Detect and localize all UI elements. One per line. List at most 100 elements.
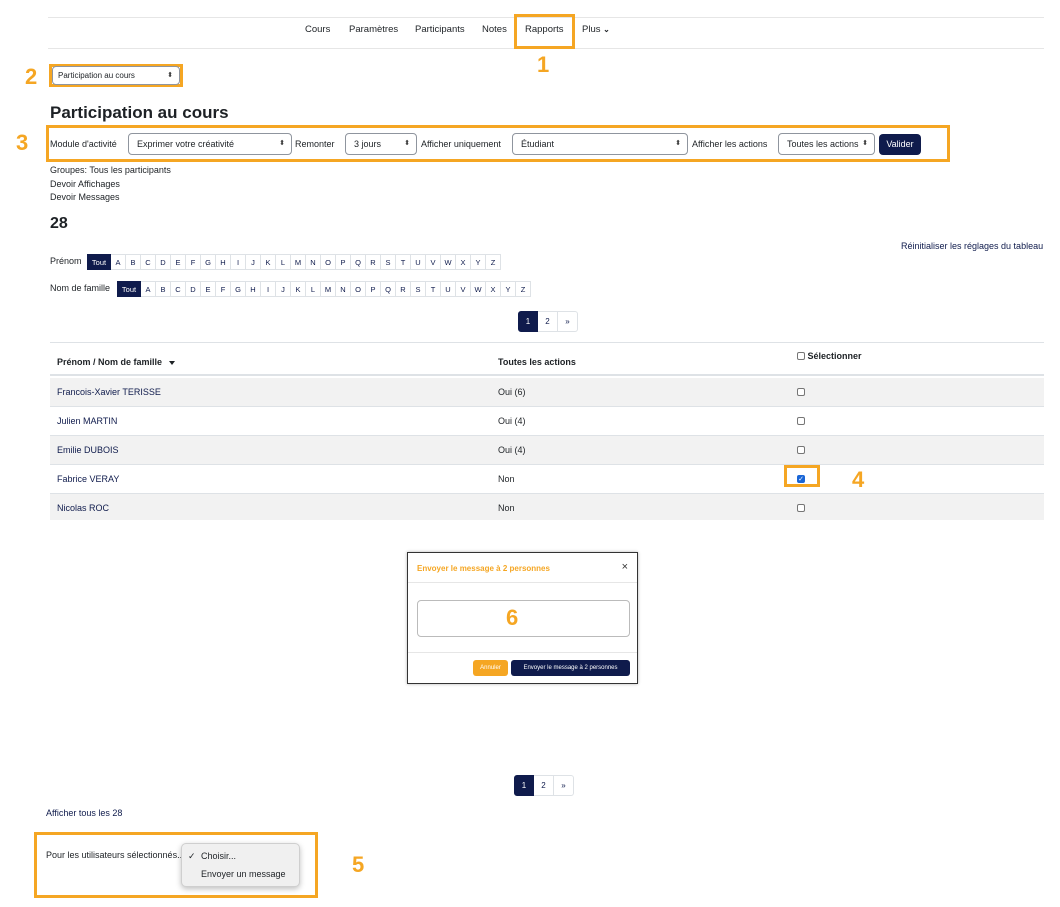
lastname-letter-f[interactable]: F (216, 281, 231, 297)
page-link-1[interactable]: 1 (514, 775, 534, 796)
lastname-letter-all[interactable]: Tout (117, 281, 141, 297)
firstname-letter-v[interactable]: V (426, 254, 441, 270)
lastname-letter-s[interactable]: S (411, 281, 426, 297)
module-select[interactable]: Exprimer votre créativité ⬍ (128, 133, 292, 155)
firstname-letter-l[interactable]: L (276, 254, 291, 270)
show-only-select-value: Étudiant (521, 139, 555, 149)
select-arrows-icon: ⬍ (862, 140, 868, 147)
firstname-letter-w[interactable]: W (441, 254, 456, 270)
lastname-letter-a[interactable]: A (141, 281, 156, 297)
show-only-select[interactable]: Étudiant ⬍ (512, 133, 688, 155)
participant-select-checkbox[interactable] (797, 446, 805, 454)
firstname-letter-q[interactable]: Q (351, 254, 366, 270)
send-message-button[interactable]: Envoyer le message à 2 personnes (511, 660, 630, 676)
lastname-letter-t[interactable]: T (426, 281, 441, 297)
firstname-letter-d[interactable]: D (156, 254, 171, 270)
message-textarea[interactable] (417, 600, 630, 637)
lastname-letter-e[interactable]: E (201, 281, 216, 297)
firstname-letter-h[interactable]: H (216, 254, 231, 270)
firstname-letter-u[interactable]: U (411, 254, 426, 270)
nav-participants[interactable]: Participants (415, 24, 465, 35)
firstname-letter-g[interactable]: G (201, 254, 216, 270)
table-row: Julien MARTIN Oui (4) (50, 407, 1044, 436)
caret-down-icon (168, 360, 175, 365)
nav-plus[interactable]: Plus ⌄ (582, 24, 610, 35)
reset-table-link[interactable]: Réinitialiser les réglages du tableau (901, 241, 1043, 251)
participant-select-checkbox[interactable] (797, 417, 805, 425)
bulk-action-dropdown[interactable]: ✓ Choisir... Envoyer un message (181, 843, 300, 887)
close-icon[interactable]: × (622, 561, 628, 573)
submit-button[interactable]: Valider (879, 134, 921, 155)
show-actions-select[interactable]: Toutes les actions ⬍ (778, 133, 875, 155)
lastname-letter-i[interactable]: I (261, 281, 276, 297)
page-link-2[interactable]: 2 (538, 311, 558, 332)
participant-name-link[interactable]: Francois-Xavier TERISSE (57, 387, 161, 397)
firstname-letter-t[interactable]: T (396, 254, 411, 270)
firstname-letter-p[interactable]: P (336, 254, 351, 270)
firstname-letter-r[interactable]: R (366, 254, 381, 270)
lastname-letter-c[interactable]: C (171, 281, 186, 297)
firstname-letter-o[interactable]: O (321, 254, 336, 270)
nav-notes[interactable]: Notes (482, 24, 507, 35)
firstname-letter-a[interactable]: A (111, 254, 126, 270)
lastname-letter-x[interactable]: X (486, 281, 501, 297)
lastname-letter-h[interactable]: H (246, 281, 261, 297)
lastname-letter-k[interactable]: K (291, 281, 306, 297)
annotation-number-4: 4 (852, 467, 865, 492)
lastname-letter-z[interactable]: Z (516, 281, 531, 297)
lastname-letter-b[interactable]: B (156, 281, 171, 297)
page-next-link[interactable]: » (554, 775, 574, 796)
lastname-letter-u[interactable]: U (441, 281, 456, 297)
bulk-option-choose[interactable]: Choisir... (201, 851, 236, 861)
page-link-2[interactable]: 2 (534, 775, 554, 796)
chevron-down-icon: ⌄ (603, 25, 610, 34)
firstname-letter-c[interactable]: C (141, 254, 156, 270)
firstname-letter-s[interactable]: S (381, 254, 396, 270)
firstname-letter-j[interactable]: J (246, 254, 261, 270)
bulk-option-send-message[interactable]: Envoyer un message (201, 869, 286, 879)
participant-actions-value: Oui (6) (498, 387, 526, 397)
back-select[interactable]: 3 jours ⬍ (345, 133, 417, 155)
lastname-letter-v[interactable]: V (456, 281, 471, 297)
firstname-letter-i[interactable]: I (231, 254, 246, 270)
sort-by-name-header[interactable]: Prénom / Nom de famille (57, 357, 175, 367)
select-all-checkbox[interactable] (797, 352, 805, 360)
firstname-letter-k[interactable]: K (261, 254, 276, 270)
page-link-1[interactable]: 1 (518, 311, 538, 332)
groups-info: Groupes: Tous les participants (50, 165, 171, 175)
report-select[interactable]: Participation au cours ⬍ (52, 66, 180, 85)
lastname-letter-y[interactable]: Y (501, 281, 516, 297)
firstname-letter-b[interactable]: B (126, 254, 141, 270)
torn-edge-mask (0, 455, 1060, 530)
annotation-box-4 (784, 465, 820, 487)
participant-actions-value: Oui (4) (498, 445, 526, 455)
lastname-letter-j[interactable]: J (276, 281, 291, 297)
firstname-letter-n[interactable]: N (306, 254, 321, 270)
nav-parametres[interactable]: Paramètres (349, 24, 398, 35)
firstname-letter-f[interactable]: F (186, 254, 201, 270)
lastname-letter-m[interactable]: M (321, 281, 336, 297)
participant-name-link[interactable]: Julien MARTIN (57, 416, 117, 426)
lastname-letter-l[interactable]: L (306, 281, 321, 297)
participant-select-checkbox[interactable] (797, 388, 805, 396)
nav-cours[interactable]: Cours (305, 24, 330, 35)
firstname-letter-z[interactable]: Z (486, 254, 501, 270)
firstname-letter-e[interactable]: E (171, 254, 186, 270)
firstname-letter-x[interactable]: X (456, 254, 471, 270)
firstname-letter-y[interactable]: Y (471, 254, 486, 270)
lastname-letter-g[interactable]: G (231, 281, 246, 297)
lastname-letter-n[interactable]: N (336, 281, 351, 297)
lastname-letter-w[interactable]: W (471, 281, 486, 297)
show-all-link[interactable]: Afficher tous les 28 (46, 808, 122, 818)
participant-name-link[interactable]: Emilie DUBOIS (57, 445, 119, 455)
firstname-letter-all[interactable]: Tout (87, 254, 111, 270)
lastname-letter-r[interactable]: R (396, 281, 411, 297)
cancel-button[interactable]: Annuler (473, 660, 508, 676)
lastname-letter-o[interactable]: O (351, 281, 366, 297)
bulk-action-label: Pour les utilisateurs sélectionnés... (46, 850, 185, 860)
lastname-letter-q[interactable]: Q (381, 281, 396, 297)
lastname-letter-p[interactable]: P (366, 281, 381, 297)
firstname-letter-m[interactable]: M (291, 254, 306, 270)
lastname-letter-d[interactable]: D (186, 281, 201, 297)
page-next-link[interactable]: » (558, 311, 578, 332)
